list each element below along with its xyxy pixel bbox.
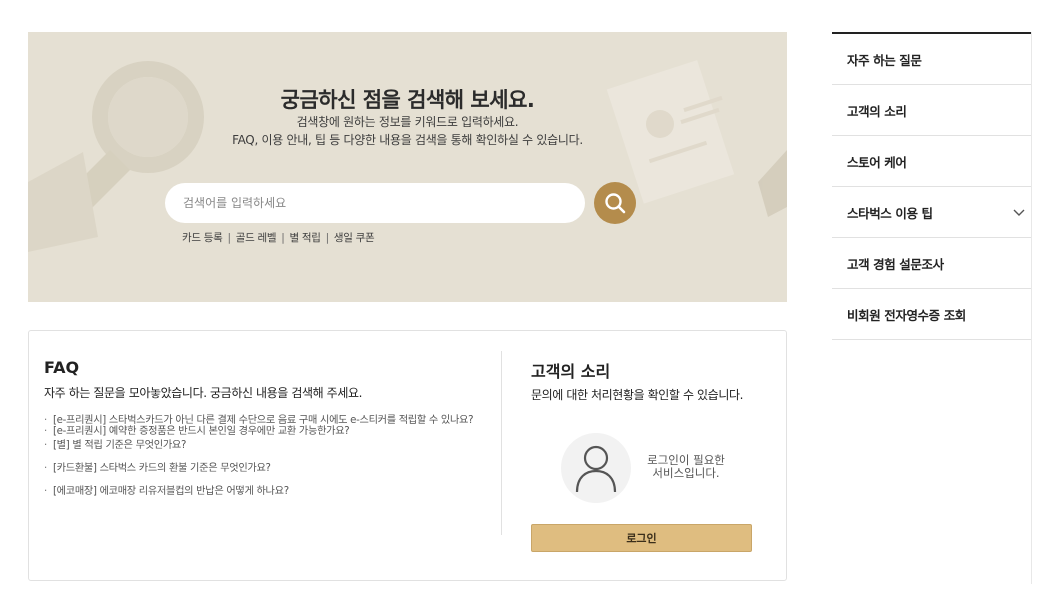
side-menu-item-receipt[interactable]: 비회원 전자영수증 조회 — [832, 289, 1032, 340]
side-menu-item-voc[interactable]: 고객의 소리 — [832, 85, 1032, 136]
side-menu-border — [1031, 32, 1032, 584]
faq-item[interactable]: [에코매장] 에코매장 리유저블컵의 반납은 어떻게 하나요? — [44, 486, 504, 497]
keyword-link[interactable]: 생일 쿠폰 — [334, 230, 375, 245]
faq-description: 자주 하는 질문을 모아놓았습니다. 궁금하신 내용을 검색해 주세요. — [44, 386, 363, 400]
faq-item[interactable]: [별] 별 적립 기준은 무엇인가요? — [44, 440, 504, 451]
voc-title: 고객의 소리 — [531, 362, 611, 381]
voc-section: 고객의 소리 문의에 대한 처리현황을 확인할 수 있습니다. 로그인이 필요한… — [531, 358, 761, 552]
faq-item[interactable]: [e-프리퀀시] 예약한 증정품은 반드시 본인일 경우에만 교환 가능한가요? — [44, 426, 504, 437]
faq-section: FAQ 자주 하는 질문을 모아놓았습니다. 궁금하신 내용을 검색해 주세요.… — [44, 358, 504, 497]
side-menu-item-faq[interactable]: 자주 하는 질문 — [832, 34, 1032, 85]
login-button[interactable]: 로그인 — [531, 524, 752, 552]
faq-list: [e-프리퀀시] 스타벅스카드가 아닌 다른 결제 수단으로 음료 구매 시에도… — [44, 415, 504, 497]
chevron-down-icon[interactable] — [1012, 205, 1026, 219]
section-divider — [501, 351, 502, 535]
search-icon — [605, 193, 626, 214]
keyword-separator: | — [325, 231, 330, 244]
keyword-link[interactable]: 골드 레벨 — [236, 230, 277, 245]
avatar — [561, 433, 631, 503]
user-icon — [575, 445, 617, 493]
banner-subtitle: 검색창에 원하는 정보를 키워드로 입력하세요. — [296, 115, 519, 129]
keyword-separator: | — [281, 231, 285, 244]
faq-item[interactable]: [e-프리퀀시] 스타벅스카드가 아닌 다른 결제 수단으로 음료 구매 시에도… — [44, 415, 504, 426]
banner-illustration — [28, 60, 787, 252]
popular-keywords: 카드 등록 | 골드 레벨 | 별 적립 | 생일 쿠폰 — [182, 230, 375, 245]
faq-voc-panel: FAQ 자주 하는 질문을 모아놓았습니다. 궁금하신 내용을 검색해 주세요.… — [28, 330, 787, 581]
search-button[interactable] — [594, 182, 636, 224]
search-banner: 궁금하신 점을 검색해 보세요. 검색창에 원하는 정보를 키워드로 입력하세요… — [28, 32, 787, 302]
search-input[interactable] — [165, 183, 585, 223]
side-menu-item-survey[interactable]: 고객 경험 설문조사 — [832, 238, 1032, 289]
side-menu-label: 스타벅스 이용 팁 — [847, 205, 933, 221]
banner-title: 궁금하신 점을 검색해 보세요. — [280, 88, 535, 112]
side-menu-item-store-care[interactable]: 스토어 케어 — [832, 136, 1032, 187]
faq-title: FAQ — [44, 358, 80, 377]
keyword-link[interactable]: 카드 등록 — [182, 230, 223, 245]
keyword-separator: | — [227, 231, 231, 244]
voc-description: 문의에 대한 처리현황을 확인할 수 있습니다. — [531, 388, 744, 402]
side-menu-label: 고객의 소리 — [847, 103, 907, 119]
side-menu: 자주 하는 질문 고객의 소리 스토어 케어 스타벅스 이용 팁 고객 경험 설… — [832, 32, 1032, 340]
side-menu-label: 고객 경험 설문조사 — [847, 256, 944, 272]
login-required-message: 로그인이 필요한 서비스입니다. — [636, 454, 736, 480]
side-menu-item-usage-tips[interactable]: 스타벅스 이용 팁 — [832, 187, 1032, 238]
faq-item[interactable]: [카드환불] 스타벅스 카드의 환불 기준은 무엇인가요? — [44, 463, 504, 474]
banner-subtitle-2: FAQ, 이용 안내, 팁 등 다양한 내용을 검색을 통해 확인하실 수 있습… — [232, 133, 583, 147]
keyword-link[interactable]: 별 적립 — [289, 230, 320, 245]
side-menu-label: 자주 하는 질문 — [847, 52, 922, 68]
side-menu-label: 스토어 케어 — [847, 154, 907, 170]
side-menu-label: 비회원 전자영수증 조회 — [847, 307, 966, 323]
login-message-line-2: 서비스입니다. — [652, 466, 720, 480]
